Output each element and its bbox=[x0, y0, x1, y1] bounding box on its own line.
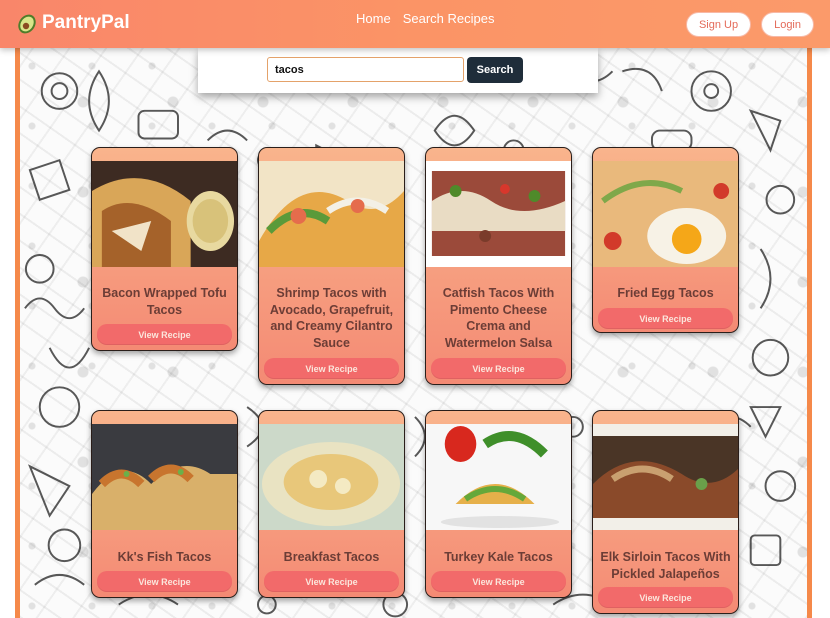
avocado-icon bbox=[18, 14, 36, 34]
view-recipe-button[interactable]: View Recipe bbox=[598, 308, 733, 329]
auth-buttons: Sign Up Login bbox=[685, 12, 814, 37]
recipe-title: Turkey Kale Tacos bbox=[444, 550, 553, 564]
recipe-card[interactable]: Catfish Tacos With Pimento Cheese Crema … bbox=[425, 147, 572, 385]
nav-search-recipes-link[interactable]: Search Recipes bbox=[403, 11, 495, 26]
recipe-card[interactable]: Shrimp Tacos with Avocado, Grapefruit, a… bbox=[258, 147, 405, 385]
brand-logo[interactable]: PantryPal bbox=[14, 9, 130, 37]
recipe-card[interactable]: Bacon Wrapped Tofu Tacos View Recipe bbox=[91, 147, 238, 351]
signup-button[interactable]: Sign Up bbox=[685, 12, 752, 37]
view-recipe-button[interactable]: View Recipe bbox=[97, 571, 232, 592]
main-nav: Home Search Recipes bbox=[356, 11, 494, 26]
recipe-image bbox=[593, 161, 738, 267]
recipe-title: Bacon Wrapped Tofu Tacos bbox=[102, 286, 227, 317]
recipe-title: Kk's Fish Tacos bbox=[117, 550, 212, 564]
recipe-card[interactable]: Elk Sirloin Tacos With Pickled Jalapeños… bbox=[592, 410, 739, 614]
recipe-card[interactable]: Turkey Kale Tacos View Recipe bbox=[425, 410, 572, 598]
recipe-image bbox=[92, 161, 237, 267]
recipe-title: Fried Egg Tacos bbox=[617, 286, 714, 300]
recipe-title: Breakfast Tacos bbox=[283, 550, 380, 564]
recipe-image bbox=[259, 161, 404, 267]
login-button[interactable]: Login bbox=[761, 12, 814, 37]
recipe-image bbox=[426, 424, 571, 530]
recipe-image bbox=[426, 161, 571, 267]
brand-name: PantryPal bbox=[42, 12, 130, 33]
recipe-title: Elk Sirloin Tacos With Pickled Jalapeños bbox=[600, 550, 731, 581]
recipe-image bbox=[593, 424, 738, 530]
recipe-image bbox=[92, 424, 237, 530]
view-recipe-button[interactable]: View Recipe bbox=[97, 324, 232, 345]
recipe-card[interactable]: Breakfast Tacos View Recipe bbox=[258, 410, 405, 598]
view-recipe-button[interactable]: View Recipe bbox=[264, 358, 399, 379]
search-button[interactable]: Search bbox=[467, 57, 523, 83]
recipe-title: Catfish Tacos With Pimento Cheese Crema … bbox=[442, 286, 555, 350]
recipe-card[interactable]: Kk's Fish Tacos View Recipe bbox=[91, 410, 238, 598]
recipe-card[interactable]: Fried Egg Tacos View Recipe bbox=[592, 147, 739, 333]
recipe-image bbox=[259, 424, 404, 530]
nav-home-link[interactable]: Home bbox=[356, 11, 391, 26]
search-panel: Search bbox=[198, 48, 598, 93]
view-recipe-button[interactable]: View Recipe bbox=[264, 571, 399, 592]
recipe-title: Shrimp Tacos with Avocado, Grapefruit, a… bbox=[269, 286, 394, 350]
view-recipe-button[interactable]: View Recipe bbox=[431, 358, 566, 379]
view-recipe-button[interactable]: View Recipe bbox=[598, 587, 733, 608]
search-input[interactable] bbox=[267, 57, 464, 82]
view-recipe-button[interactable]: View Recipe bbox=[431, 571, 566, 592]
top-navbar: PantryPal Home Search Recipes Sign Up Lo… bbox=[0, 0, 830, 48]
